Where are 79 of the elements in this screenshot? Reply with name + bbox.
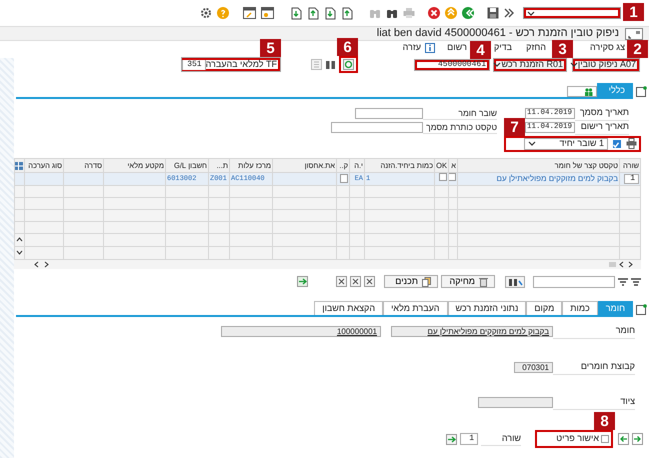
menu-item[interactable]: החזק [524,41,546,55]
row-checkbox[interactable] [450,174,456,181]
caret-icon[interactable] [493,61,502,68]
column-settings-icon[interactable] [16,162,23,170]
back-icon[interactable] [462,7,474,19]
material-group-field[interactable]: 070301 [514,362,553,373]
voucher-dropdown[interactable]: 1 שובר יחיד [524,138,608,150]
window-icon[interactable] [625,28,643,40]
callout-number: 2 [627,40,648,58]
checkbox-label: אישור פריט [556,432,599,446]
documents-icon [422,276,431,286]
page-arrow-icon[interactable] [307,6,319,20]
callout-number: 3 [552,40,573,58]
delete-button[interactable]: מחיקה [441,275,495,288]
reference-dropdown[interactable]: R01 הזמנת רכש [493,58,567,72]
callout-number: 1 [623,3,644,21]
section-icon[interactable] [636,304,647,315]
menu-item[interactable]: בדיק [494,41,512,55]
tab[interactable]: כמות [562,301,598,315]
callout-number: 5 [260,39,281,57]
tab[interactable]: הקצאת חשבון [314,301,384,315]
window-title: ניפוק טובין הזמנת רכש - 4500000461 liat ben david [376,26,619,42]
save-icon[interactable] [487,7,499,19]
table-cell: בקבוק למים מזוקקים מפוליאתילן עם [458,172,620,186]
callout-number: 7 [504,118,525,136]
text-field[interactable] [331,122,423,133]
refresh-button[interactable] [339,56,358,73]
info-icon[interactable] [425,43,435,53]
material-number-field[interactable]: 100000001 [221,326,381,337]
callout-number: 8 [594,412,615,430]
scroll-arrows-icon[interactable] [609,261,635,268]
line-field[interactable]: 1 [460,433,478,445]
menu-item[interactable]: רשום [445,41,467,55]
tab[interactable]: מקום [526,301,562,315]
export-icon[interactable] [297,276,308,287]
command-field[interactable] [523,7,621,19]
text-field[interactable] [355,108,423,119]
row-checkbox[interactable] [439,174,447,181]
callout-number: 4 [470,40,491,58]
tab[interactable]: העברת מלאי [383,301,448,315]
next-page-icon[interactable] [632,433,643,445]
print-checkbox[interactable] [613,140,621,148]
people-icon [584,88,593,96]
position-icon[interactable] [446,434,457,444]
movement-code-field: 351 [182,60,206,70]
printer-icon[interactable] [626,138,637,149]
sort-icon[interactable] [631,276,641,286]
po-number-field[interactable]: 4500000461 [414,58,490,70]
trash-icon [479,276,488,286]
user-field[interactable] [567,86,597,97]
item-ok-checkbox[interactable] [601,435,609,443]
search-field[interactable] [533,276,615,288]
settings-icon[interactable] [200,7,212,19]
line-field[interactable]: 1 [624,174,639,184]
callout-number: 6 [337,38,358,56]
page-arrow-icon[interactable] [290,6,302,20]
action-dropdown[interactable]: A07 ניפוק טובין [572,58,640,72]
field-label: שורה [481,432,521,446]
section-icon[interactable] [636,86,647,97]
caret-icon[interactable] [570,61,578,68]
equipment-field[interactable] [478,397,553,408]
scroll-up-icon[interactable] [16,237,23,242]
caret-icon[interactable] [528,140,536,147]
caret-icon[interactable] [527,10,535,17]
page-arrow-icon[interactable] [324,6,336,20]
scroll-arrows-icon[interactable] [34,261,50,268]
find-icon[interactable] [505,276,525,288]
templates-button[interactable]: תכנים [384,275,438,288]
page-arrow-icon[interactable] [341,6,353,20]
material-field[interactable]: בקבוק למים מזוקקים מפוליאתילן עם [391,326,553,337]
cancel-icon[interactable] [428,7,440,19]
tab[interactable]: נתוני הזמנת רכש [448,301,526,315]
more-icon[interactable] [504,7,514,19]
filter-icon[interactable] [618,276,628,286]
previous-page-icon[interactable] [618,433,629,445]
scroll-down-icon[interactable] [16,250,23,256]
menu-item[interactable]: צג סקירה [589,41,625,55]
refresh-icon[interactable] [343,59,354,70]
menu-item[interactable]: עזרה [402,41,421,55]
